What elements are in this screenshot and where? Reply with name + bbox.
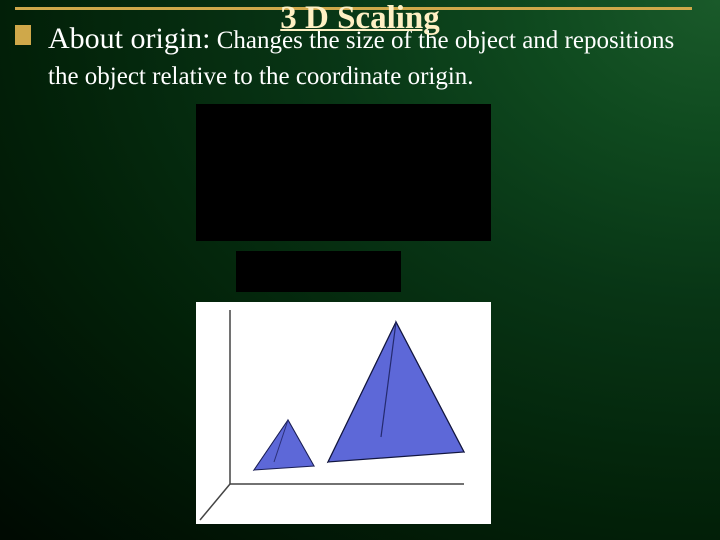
matrix-placeholder: [196, 104, 491, 241]
slide-title: 3 D Scaling: [0, 0, 720, 37]
pyramid-small: [254, 420, 314, 470]
scaling-figure: [196, 302, 491, 524]
equation-placeholder: [236, 251, 401, 292]
bullet-marker: [15, 25, 31, 45]
slide: 3 D Scaling About origin: Changes the si…: [0, 0, 720, 540]
scaling-svg: [196, 302, 491, 524]
pyramid-large: [328, 322, 464, 462]
